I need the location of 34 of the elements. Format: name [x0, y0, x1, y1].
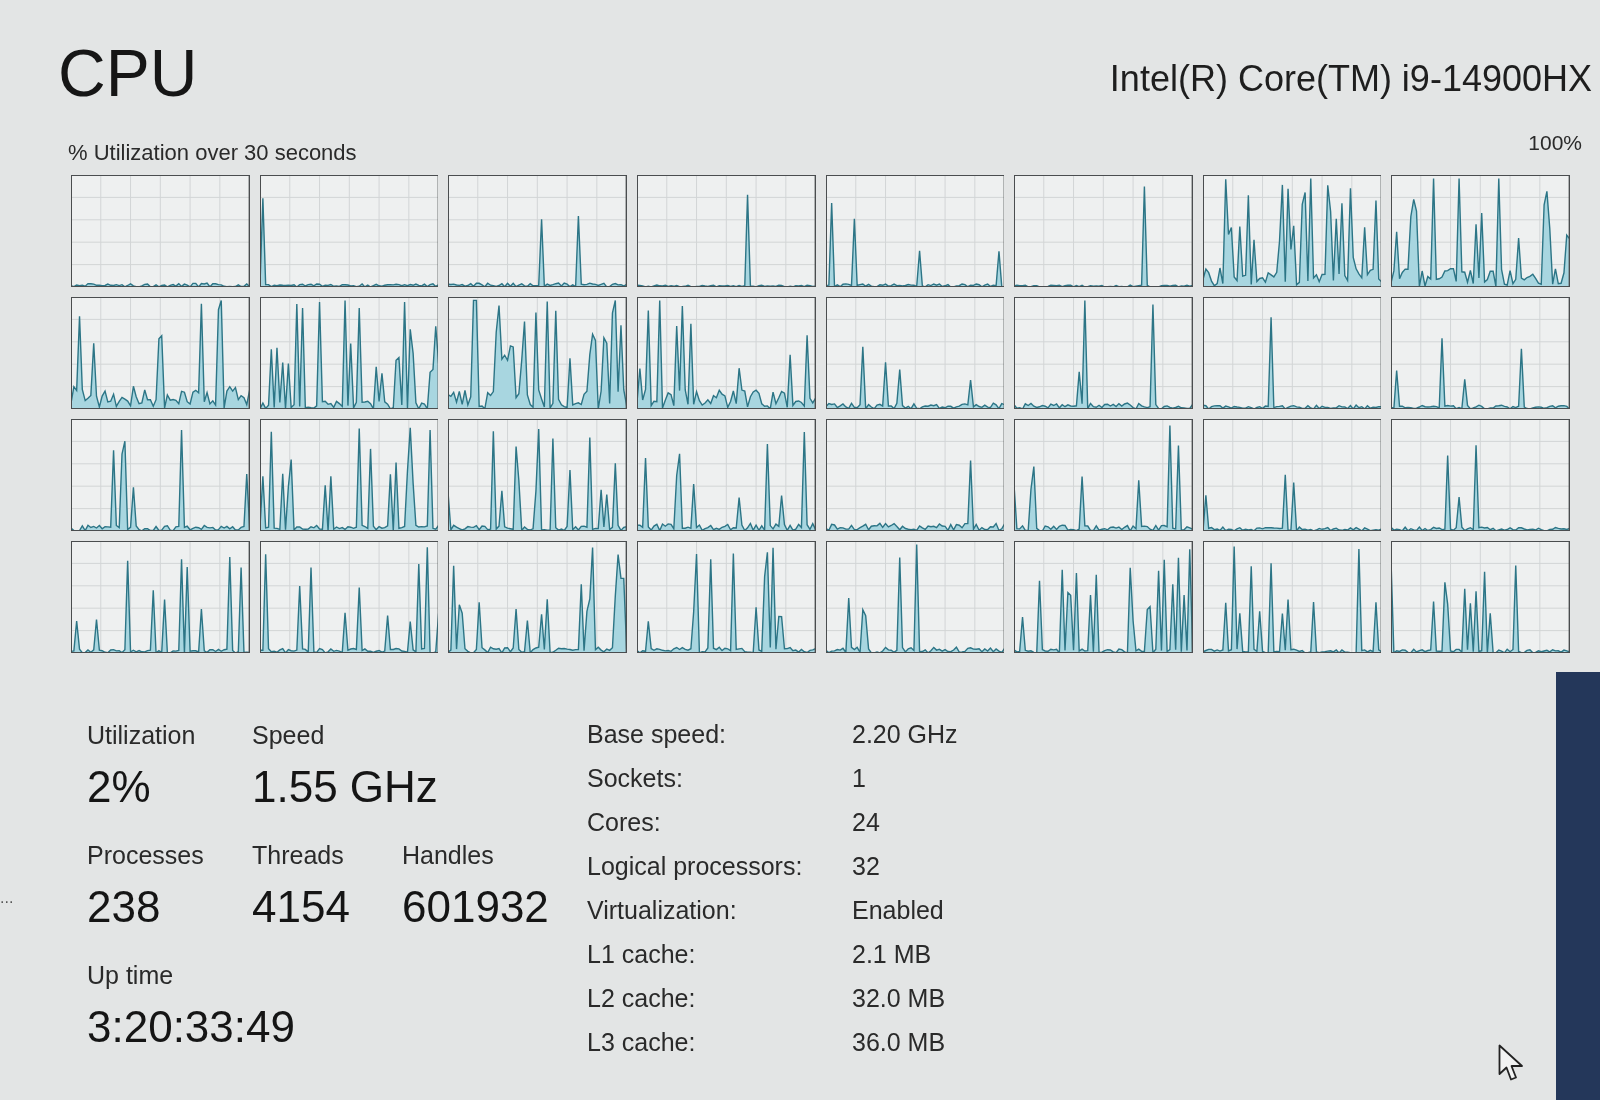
stat-label: Handles: [402, 840, 494, 870]
edge-ellipsis: ...: [0, 888, 15, 908]
processor-name: Intel(R) Core(TM) i9-14900HX: [1109, 58, 1592, 100]
stat-label: Utilization: [87, 720, 196, 750]
stat-value: 238: [87, 882, 161, 932]
detail-value: 32.0 MB: [852, 983, 947, 1013]
detail-label: Logical processors:: [587, 851, 804, 881]
detail-value: 32: [852, 851, 881, 881]
stat-label: Threads: [252, 840, 344, 870]
detail-label: Sockets:: [587, 763, 684, 793]
detail-label: Cores:: [587, 807, 662, 837]
stat-value: 601932: [402, 882, 549, 932]
detail-value: 1: [852, 763, 867, 793]
detail-value: 2.1 MB: [852, 939, 933, 969]
stat-value: 3:20:33:49: [87, 1002, 295, 1052]
detail-label: L2 cache:: [587, 983, 697, 1013]
stat-label: Speed: [252, 720, 325, 750]
detail-value: 36.0 MB: [852, 1027, 947, 1057]
detail-label: Virtualization:: [587, 895, 738, 925]
detail-label: L3 cache:: [587, 1027, 697, 1057]
detail-value: Enabled: [852, 895, 945, 925]
mouse-pointer-icon: [1498, 1044, 1526, 1082]
detail-value: 2.20 GHz: [852, 719, 958, 749]
detail-label: Base speed:: [587, 719, 727, 749]
stat-value: 2%: [87, 762, 151, 812]
scale-max-label: 100%: [1528, 130, 1582, 156]
detail-value: 24: [852, 807, 881, 837]
stat-value: 1.55 GHz: [252, 762, 438, 812]
stat-label: Processes: [87, 840, 204, 870]
stat-label: Up time: [87, 960, 174, 990]
cpu-title: CPU: [58, 40, 198, 106]
detail-label: L1 cache:: [587, 939, 697, 969]
stat-value: 4154: [252, 882, 350, 932]
graph-caption: % Utilization over 30 seconds: [68, 140, 357, 166]
